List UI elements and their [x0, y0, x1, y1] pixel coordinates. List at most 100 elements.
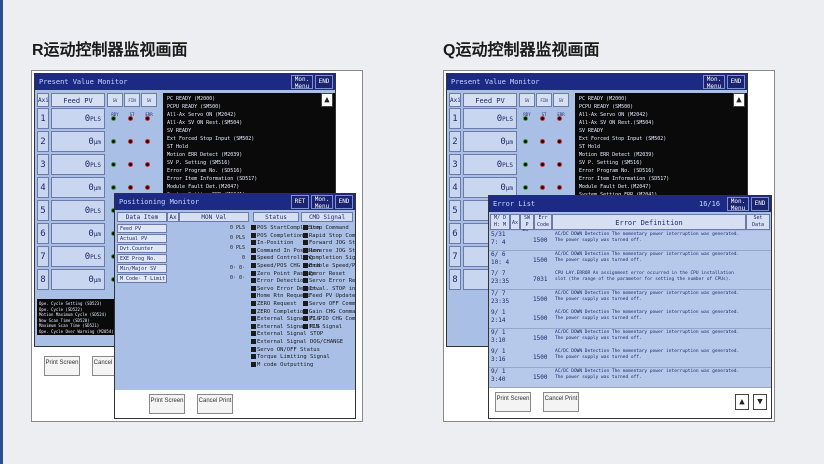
q-status-led: [523, 162, 528, 167]
q-pv-end-button[interactable]: END: [727, 75, 745, 89]
error-end-button[interactable]: END: [751, 197, 769, 211]
pos-item-label[interactable]: Min/Major SV ERR: [117, 264, 167, 280]
status-line: Error Program No. (SD516): [167, 168, 243, 174]
axis-no[interactable]: 2: [37, 131, 49, 152]
error-time: 3:16: [491, 356, 506, 363]
status-led: [111, 162, 116, 167]
cmd-item-indicator: [303, 308, 308, 314]
error-row[interactable]: 9/ 1 3:40 1500 AC/DC DOWN Detection The mom…: [489, 367, 771, 388]
q-axis-no[interactable]: 7: [449, 246, 461, 267]
q-axis-no[interactable]: 8: [449, 269, 461, 290]
q-status-led: [557, 185, 562, 190]
pos-item-label[interactable]: Dvt.Counter: [117, 244, 167, 253]
feed-pv-value: 0PLS: [51, 246, 105, 267]
q-unit: μm: [505, 139, 513, 146]
error-menu-button[interactable]: Mon. Menu: [727, 197, 749, 212]
error-datetime: 6/ 6 10: 4: [491, 251, 509, 267]
error-definition: AC/DC DOWN Detection The momentary power…: [555, 290, 740, 302]
axis-no[interactable]: 5: [37, 200, 49, 221]
error-code: 1500: [533, 373, 548, 381]
axis-no[interactable]: 4: [37, 177, 49, 198]
feed-pv-header: Feed PV: [51, 93, 105, 107]
error-date: 9/ 1: [491, 367, 506, 375]
q-axis-no[interactable]: 5: [449, 200, 461, 221]
positioning-menu-button[interactable]: Mon. Menu: [311, 195, 333, 210]
left-screenshot: Present Value Monitor Mon. Menu END Axi …: [31, 70, 363, 422]
axis-no[interactable]: 7: [37, 246, 49, 267]
status-item-indicator: [251, 240, 256, 246]
status-item-label: Torque Limiting Signal: [257, 354, 330, 361]
error-date: 9/ 1: [491, 328, 506, 336]
q-status-line: Ext Forced Stop Input (SM502): [579, 136, 667, 142]
q-status-led: [557, 139, 562, 144]
status-item-indicator: [251, 270, 256, 276]
scroll-up-button[interactable]: ▲: [321, 93, 333, 107]
status-led: [145, 185, 150, 190]
pos-item-value: 0· 0·: [229, 265, 245, 271]
error-row[interactable]: 6/ 6 10: 4 1500 AC/DC DOWN Detection The mo…: [489, 250, 771, 271]
error-cancel-print-button[interactable]: Cancel Print: [543, 392, 579, 412]
pv-print-screen-button[interactable]: Print Screen: [44, 356, 80, 376]
q-feed-pv-value: 0PLS: [463, 108, 517, 129]
mon-val-header: MON Val: [179, 212, 249, 222]
error-scroll-down-button[interactable]: ▼: [753, 394, 767, 410]
q-status-line: Error Program No. (SD516): [579, 168, 655, 174]
status-item-indicator: [251, 300, 256, 306]
error-row[interactable]: 9/ 1 2:14 1500 AC/DC DOWN Detection The mom…: [489, 309, 771, 329]
axis-no[interactable]: 8: [37, 269, 49, 290]
q-status-led: [540, 162, 545, 167]
status-header: Status: [253, 212, 299, 222]
axis-no[interactable]: 1: [37, 108, 49, 129]
cmd-item: Servo Error Reset: [303, 277, 355, 285]
status-led: [128, 185, 133, 190]
sv-err-header: SV ERR: [141, 93, 157, 117]
err-set-data-header: Set Data: [746, 214, 770, 230]
positioning-ret-button[interactable]: RET: [291, 195, 309, 209]
status-item: Servo ON/OFF Status: [251, 346, 343, 354]
status-item-indicator: [251, 323, 256, 329]
q-status-led: [540, 116, 545, 121]
q-pv-menu-button[interactable]: Mon. Menu: [703, 75, 725, 90]
info-line: Ope. Cycle (SD522): [39, 306, 83, 312]
pos-item-label[interactable]: Feed PV: [117, 224, 167, 233]
axis-no[interactable]: 6: [37, 223, 49, 244]
error-row[interactable]: 7/ 7 23:35 7031 CPU LAY.ERROR An assignment…: [489, 270, 771, 290]
q-axis-no[interactable]: 6: [449, 223, 461, 244]
cmd-item: Feed PV Update Cmd.: [303, 292, 355, 300]
status-item-indicator: [251, 346, 256, 352]
error-row[interactable]: 9/ 1 3:16 1500 AC/DC DOWN Detection The mom…: [489, 348, 771, 368]
error-date: 6/ 6: [491, 250, 506, 258]
cmd-item: Inval. STOP in Start: [303, 285, 355, 293]
positioning-cancel-print-button[interactable]: Cancel Print: [197, 394, 233, 414]
status-led: [145, 162, 150, 167]
q-scroll-up-button[interactable]: ▲: [733, 93, 745, 107]
cmd-item-indicator: [303, 262, 308, 268]
q-axis-no[interactable]: 2: [449, 131, 461, 152]
pv-end-button[interactable]: END: [315, 75, 333, 89]
status-line: SV READY: [167, 128, 192, 134]
err-def-header: Error Definition: [552, 214, 746, 230]
q-status-led: [523, 139, 528, 144]
pv-menu-button[interactable]: Mon. Menu: [291, 75, 313, 90]
left-section-title: R运动控制器监视画面: [32, 42, 188, 59]
positioning-end-button[interactable]: END: [335, 195, 353, 209]
axis-no[interactable]: 3: [37, 154, 49, 175]
error-row[interactable]: 5/31 7: 4 1500 AC/DC DOWN Detection The mom…: [489, 231, 771, 251]
err-swp-header: SW P No.: [520, 214, 534, 235]
error-print-screen-button[interactable]: Print Screen: [495, 392, 531, 412]
status-item-indicator: [251, 331, 256, 337]
pos-item-label[interactable]: M Code· T Limit: [117, 274, 167, 283]
error-scroll-up-button[interactable]: ▲: [735, 394, 749, 410]
error-datetime: 7/ 7 23:35: [491, 290, 509, 306]
error-row[interactable]: 9/ 1 3:10 1500 AC/DC DOWN Detection The mom…: [489, 328, 771, 349]
pos-item-label[interactable]: EXE Prog No.: [117, 254, 167, 263]
error-row[interactable]: 7/ 7 23:35 1500 AC/DC DOWN Detection The mo…: [489, 289, 771, 310]
q-axis-no[interactable]: 3: [449, 154, 461, 175]
q-axis-no[interactable]: 1: [449, 108, 461, 129]
cmd-item-label: Error Reset: [309, 270, 346, 277]
error-definition: CPU LAY.ERROR An assignment error occurr…: [555, 271, 734, 282]
pos-item-label[interactable]: Actual PV: [117, 234, 167, 243]
status-item-indicator: [251, 293, 256, 299]
positioning-print-screen-button[interactable]: Print Screen: [149, 394, 185, 414]
q-axis-no[interactable]: 4: [449, 177, 461, 198]
